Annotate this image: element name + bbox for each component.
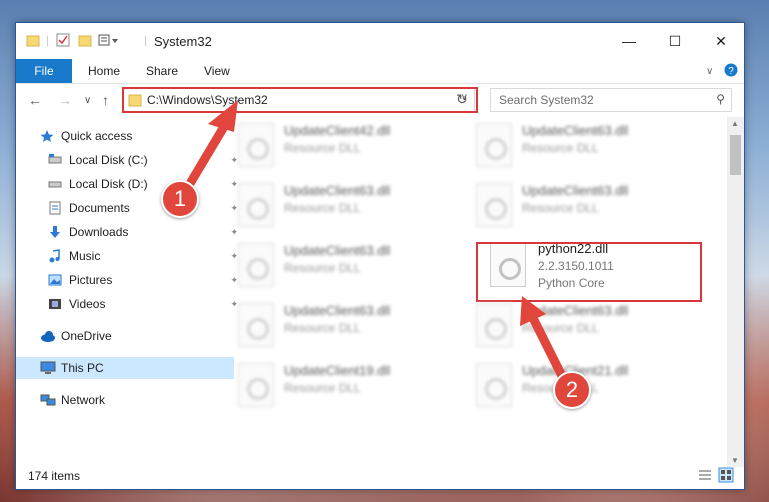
callout-step-1: 1 xyxy=(161,180,199,218)
callout-step-2: 2 xyxy=(553,371,591,409)
annotation-arrows xyxy=(180,100,568,383)
arrow-2-shaft xyxy=(527,311,568,383)
arrow-1-shaft xyxy=(180,115,233,197)
arrow-1-head xyxy=(208,100,238,132)
